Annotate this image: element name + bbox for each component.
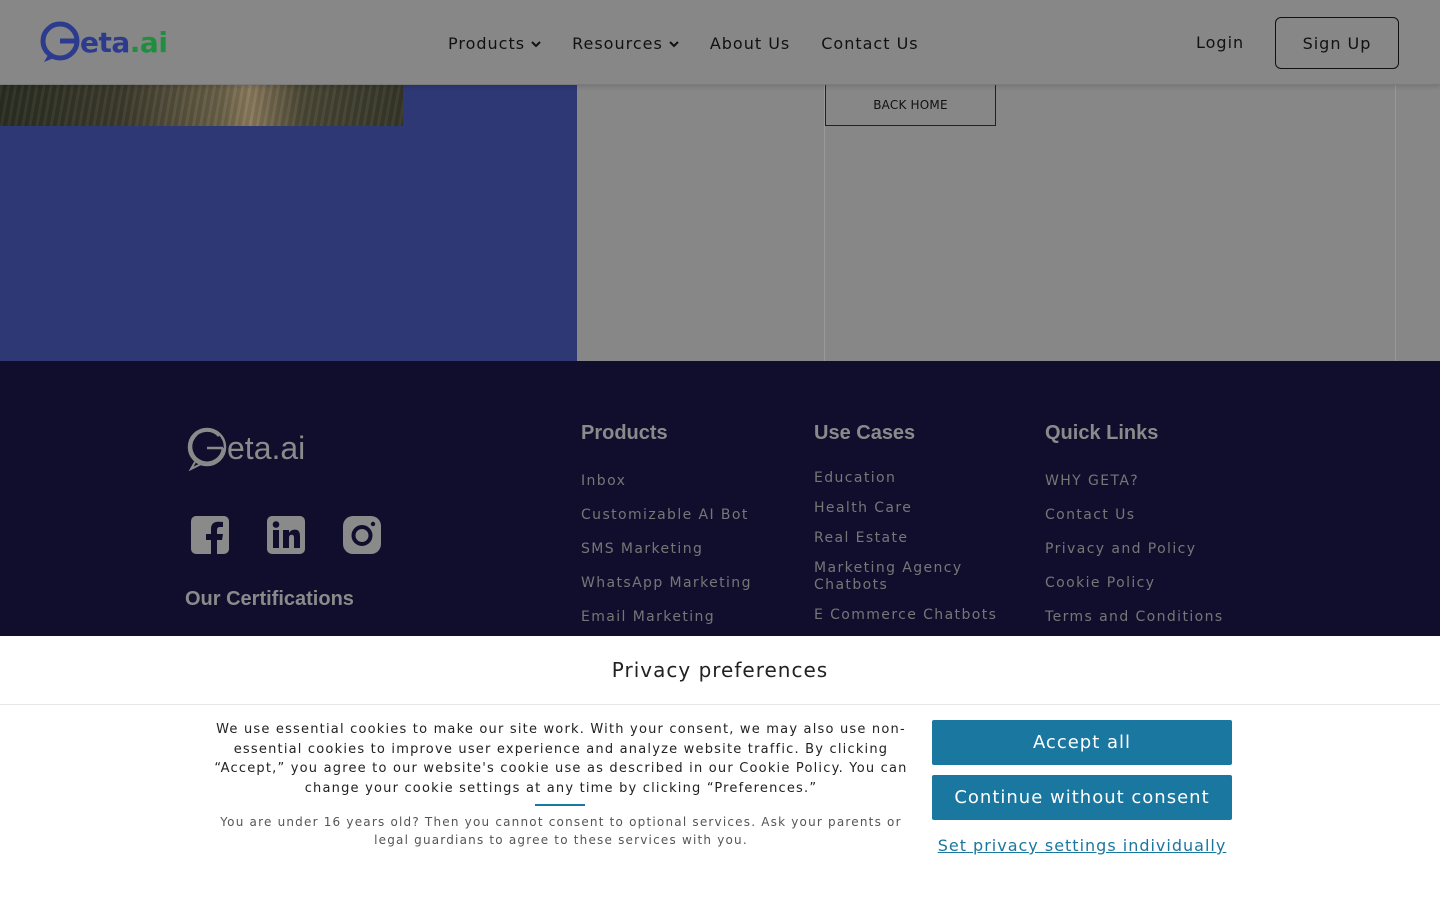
footer-use-cases-column: Use Cases Education Health Care Real Est… bbox=[814, 422, 1014, 637]
preferences-link-underline[interactable] bbox=[535, 804, 585, 806]
privacy-body-text: We use essential cookies to make our sit… bbox=[214, 722, 908, 796]
privacy-settings-link[interactable]: Set privacy settings individually bbox=[932, 834, 1232, 857]
privacy-divider bbox=[0, 704, 1440, 705]
footer-link[interactable]: E Commerce Chatbots bbox=[814, 607, 1014, 624]
privacy-title: Privacy preferences bbox=[611, 658, 829, 682]
nav-contact-us-label: Contact Us bbox=[821, 34, 919, 53]
nav-resources-label: Resources bbox=[572, 34, 663, 53]
main-nav: Products Resources About Us Contact Us bbox=[448, 34, 950, 53]
blue-panel-top bbox=[403, 85, 577, 126]
footer-products-column: Products Inbox Customizable AI Bot SMS M… bbox=[581, 422, 752, 642]
back-home-button[interactable]: BACK HOME bbox=[825, 85, 996, 126]
footer-link[interactable]: Real Estate bbox=[814, 530, 1014, 547]
facebook-icon[interactable] bbox=[190, 515, 230, 555]
footer-logo-text: eta.ai bbox=[227, 429, 306, 466]
nav-products-label: Products bbox=[448, 34, 526, 53]
footer-link[interactable]: Marketing Agency Chatbots bbox=[814, 560, 1014, 594]
certifications-title: Our Certifications bbox=[185, 588, 354, 610]
footer-use-cases-title: Use Cases bbox=[814, 422, 916, 444]
footer-quick-links-title: Quick Links bbox=[1045, 422, 1159, 444]
chevron-down-icon bbox=[531, 40, 541, 47]
blue-panel bbox=[0, 126, 577, 361]
footer-link[interactable]: Health Care bbox=[814, 500, 1014, 517]
site-footer: eta.ai Our Certifications Products Inbox… bbox=[0, 361, 1440, 636]
nav-contact-us[interactable]: Contact Us bbox=[821, 34, 918, 53]
footer-link[interactable]: Customizable AI Bot bbox=[581, 506, 752, 524]
login-link[interactable]: Login bbox=[1196, 33, 1244, 52]
footer-logo-mark-icon bbox=[187, 427, 227, 471]
footer-logo[interactable]: eta.ai bbox=[185, 425, 305, 471]
privacy-banner: Privacy preferences We use essential coo… bbox=[0, 636, 1440, 900]
footer-link[interactable]: Privacy and Policy bbox=[1045, 540, 1224, 558]
hero-photo bbox=[0, 85, 403, 126]
linkedin-icon[interactable] bbox=[266, 515, 306, 555]
signup-button[interactable]: Sign Up bbox=[1275, 17, 1399, 69]
footer-link[interactable]: Inbox bbox=[581, 472, 752, 490]
privacy-age-notice: You are under 16 years old? Then you can… bbox=[220, 815, 902, 847]
footer-link[interactable]: Email Marketing bbox=[581, 608, 752, 626]
nav-about-us[interactable]: About Us bbox=[710, 34, 790, 53]
nav-products[interactable]: Products bbox=[448, 34, 541, 53]
footer-link[interactable]: WhatsApp Marketing bbox=[581, 574, 752, 592]
footer-link[interactable]: WHY GETA? bbox=[1045, 472, 1224, 490]
footer-quick-links-column: Quick Links WHY GETA? Contact Us Privacy… bbox=[1045, 422, 1224, 642]
continue-without-consent-button[interactable]: Continue without consent bbox=[932, 775, 1232, 820]
nav-resources[interactable]: Resources bbox=[572, 34, 679, 53]
nav-about-us-label: About Us bbox=[709, 34, 791, 53]
site-header: eta.ai Products Resources About Us Conta… bbox=[0, 0, 1440, 85]
content-panel bbox=[824, 85, 1396, 361]
footer-link[interactable]: Contact Us bbox=[1045, 506, 1224, 524]
accept-all-button[interactable]: Accept all bbox=[932, 720, 1232, 765]
social-links bbox=[190, 515, 382, 555]
instagram-icon[interactable] bbox=[342, 515, 382, 555]
footer-link[interactable]: Education bbox=[814, 470, 1014, 487]
footer-link[interactable]: Cookie Policy bbox=[1045, 574, 1224, 592]
chevron-down-icon bbox=[669, 40, 679, 47]
geta-logo[interactable]: eta.ai bbox=[40, 20, 168, 64]
footer-link[interactable]: Terms and Conditions bbox=[1045, 608, 1224, 626]
footer-products-title: Products bbox=[581, 422, 668, 444]
footer-link[interactable]: SMS Marketing bbox=[581, 540, 752, 558]
logo-text: eta.ai bbox=[80, 25, 168, 59]
geta-logo-mark-icon bbox=[40, 21, 80, 62]
